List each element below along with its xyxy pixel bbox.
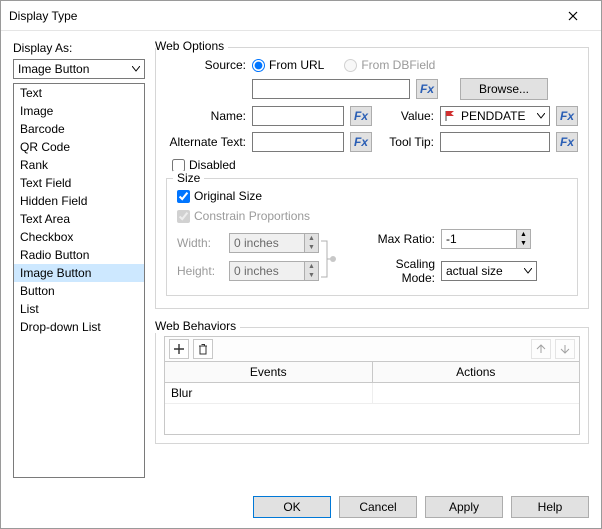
chevron-down-icon	[524, 268, 532, 274]
list-item[interactable]: Hidden Field	[14, 192, 144, 210]
list-item[interactable]: Drop-down List	[14, 318, 144, 336]
scaling-mode-value: actual size	[446, 264, 503, 278]
width-spinner: 0 inches ▲▼	[229, 233, 319, 253]
from-url-radio-label: From URL	[269, 58, 324, 72]
value-label: Value:	[378, 109, 434, 123]
ok-button[interactable]: OK	[253, 496, 331, 518]
disabled-checkbox[interactable]: Disabled	[172, 158, 236, 172]
max-ratio-label: Max Ratio:	[359, 232, 435, 246]
close-icon	[568, 11, 578, 21]
display-type-dialog: Display Type Display As: Image Button Te…	[0, 0, 602, 529]
move-down-button	[555, 339, 575, 359]
max-ratio-value: -1	[446, 232, 457, 246]
source-url-input[interactable]	[252, 79, 410, 99]
height-value: 0 inches	[234, 264, 279, 278]
titlebar: Display Type	[1, 1, 601, 31]
display-as-panel: Display As: Image Button TextImageBarcod…	[13, 41, 145, 478]
cancel-button[interactable]: Cancel	[339, 496, 417, 518]
event-cell: Blur	[165, 383, 373, 403]
tooltip-label: Tool Tip:	[378, 135, 434, 149]
display-as-combo[interactable]: Image Button	[13, 59, 145, 79]
list-item[interactable]: Text Field	[14, 174, 144, 192]
name-input[interactable]	[252, 106, 344, 126]
actions-column-header: Actions	[373, 362, 580, 382]
window-title: Display Type	[9, 9, 553, 23]
web-options-group: Web Options Source: From URL From DBFiel…	[155, 47, 589, 309]
list-item[interactable]: QR Code	[14, 138, 144, 156]
from-dbfield-radio-label: From DBField	[361, 58, 435, 72]
link-bracket-icon	[319, 235, 335, 279]
alt-text-label: Alternate Text:	[166, 135, 246, 149]
original-size-checkbox-input[interactable]	[177, 190, 190, 203]
from-url-radio-input[interactable]	[252, 59, 265, 72]
dialog-footer: OK Cancel Apply Help	[1, 486, 601, 528]
apply-button[interactable]: Apply	[425, 496, 503, 518]
close-button[interactable]	[553, 2, 593, 30]
list-item[interactable]: Image	[14, 102, 144, 120]
table-row[interactable]: Blur	[165, 383, 579, 404]
list-item[interactable]: Barcode	[14, 120, 144, 138]
width-value: 0 inches	[234, 236, 279, 250]
scaling-mode-select[interactable]: actual size	[441, 261, 537, 281]
arrow-down-icon	[560, 344, 570, 354]
height-label: Height:	[177, 264, 223, 278]
height-spinner: 0 inches ▲▼	[229, 261, 319, 281]
source-label: Source:	[166, 58, 246, 72]
web-behaviors-group: Web Behaviors	[155, 327, 589, 444]
chevron-down-icon	[132, 66, 140, 72]
delete-behavior-button[interactable]	[193, 339, 213, 359]
list-item[interactable]: Text	[14, 84, 144, 102]
browse-button[interactable]: Browse...	[460, 78, 548, 100]
value-field-text: PENDDATE	[461, 109, 525, 123]
list-item[interactable]: Text Area	[14, 210, 144, 228]
list-item[interactable]: Rank	[14, 156, 144, 174]
display-as-label: Display As:	[13, 41, 145, 55]
max-ratio-spinner[interactable]: -1 ▲▼	[441, 229, 531, 249]
tooltip-input[interactable]	[440, 132, 550, 152]
source-fx-button[interactable]: Fx	[416, 79, 438, 99]
display-as-list[interactable]: TextImageBarcodeQR CodeRankText FieldHid…	[13, 83, 145, 478]
list-item[interactable]: List	[14, 300, 144, 318]
constrain-label: Constrain Proportions	[194, 209, 310, 223]
from-dbfield-radio-input	[344, 59, 357, 72]
add-behavior-button[interactable]	[169, 339, 189, 359]
flag-icon	[445, 111, 457, 121]
size-title: Size	[173, 171, 204, 185]
list-item[interactable]: Image Button	[14, 264, 144, 282]
plus-icon	[174, 344, 184, 354]
chevron-down-icon	[537, 113, 545, 119]
value-field-combo[interactable]: PENDDATE	[440, 106, 550, 126]
help-button[interactable]: Help	[511, 496, 589, 518]
alt-text-fx-button[interactable]: Fx	[350, 132, 372, 152]
original-size-checkbox[interactable]: Original Size	[177, 189, 262, 203]
size-group: Size Original Size Constrain Proportions	[166, 178, 578, 296]
original-size-label: Original Size	[194, 189, 262, 203]
events-column-header: Events	[165, 362, 373, 382]
disabled-checkbox-input[interactable]	[172, 159, 185, 172]
list-item[interactable]: Radio Button	[14, 246, 144, 264]
scaling-mode-label: Scaling Mode:	[359, 257, 435, 285]
list-item[interactable]: Checkbox	[14, 228, 144, 246]
trash-icon	[198, 344, 208, 355]
value-fx-button[interactable]: Fx	[556, 106, 578, 126]
constrain-checkbox-input	[177, 210, 190, 223]
display-as-combo-value: Image Button	[18, 62, 89, 76]
name-label: Name:	[166, 109, 246, 123]
web-behaviors-title: Web Behaviors	[155, 319, 240, 333]
disabled-checkbox-label: Disabled	[189, 158, 236, 172]
alt-text-input[interactable]	[252, 132, 344, 152]
source-from-url-radio[interactable]: From URL	[252, 58, 324, 72]
move-up-button	[531, 339, 551, 359]
action-cell	[373, 383, 580, 403]
constrain-proportions-checkbox: Constrain Proportions	[177, 209, 310, 223]
source-from-dbfield-radio: From DBField	[344, 58, 435, 72]
tooltip-fx-button[interactable]: Fx	[556, 132, 578, 152]
arrow-up-icon	[536, 344, 546, 354]
behaviors-toolbar	[164, 336, 580, 362]
name-fx-button[interactable]: Fx	[350, 106, 372, 126]
list-item[interactable]: Button	[14, 282, 144, 300]
width-label: Width:	[177, 236, 223, 250]
behaviors-grid: Events Actions Blur	[164, 362, 580, 435]
